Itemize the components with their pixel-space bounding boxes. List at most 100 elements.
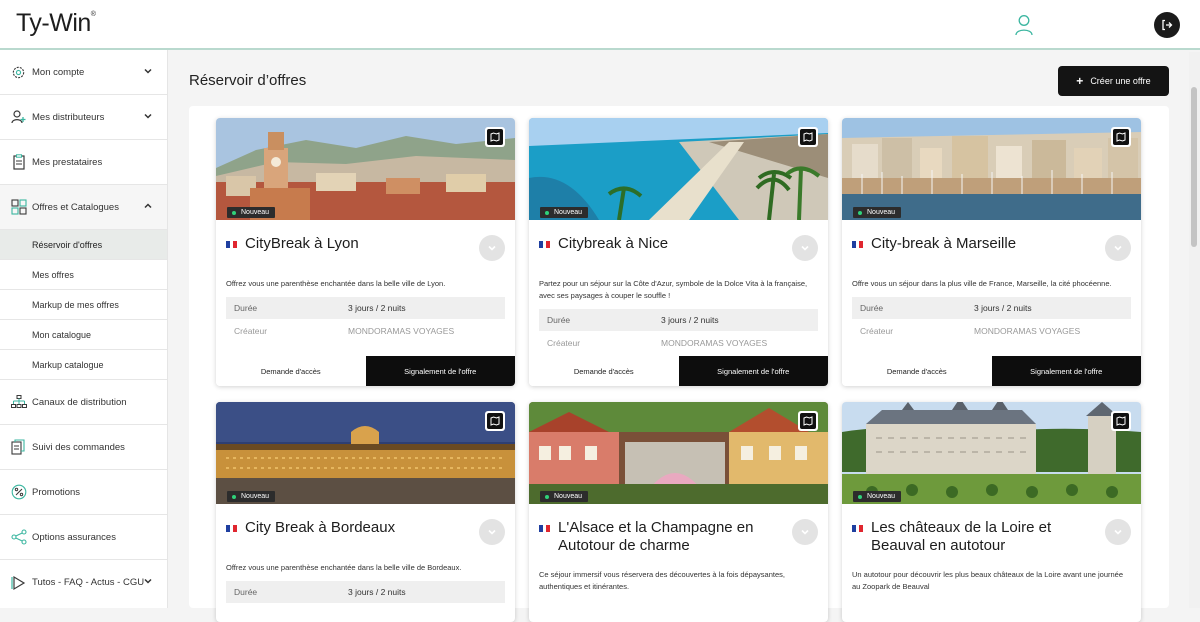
chevron-down-icon[interactable] (143, 576, 153, 586)
documents-icon (10, 439, 27, 456)
offer-image-nice: Nouveau (529, 118, 828, 220)
plus-icon: + (1076, 74, 1084, 88)
report-offer-button[interactable]: Signalement de l'offre (365, 356, 515, 386)
sidebar-subitem-reservoir-offres[interactable]: Réservoir d'offres (0, 230, 167, 260)
chevron-down-icon (488, 529, 496, 535)
access-request-button[interactable]: Demande d'accès (216, 356, 366, 386)
chevron-down-icon[interactable] (143, 66, 153, 76)
status-badge: Nouveau (227, 491, 276, 502)
map-icon (803, 416, 813, 426)
status-badge: Nouveau (853, 491, 902, 502)
access-request-button[interactable]: Demande d'accès (529, 356, 679, 386)
offer-description: Partez pour un séjour sur la Côte d'Azur… (539, 279, 808, 300)
status-badge: Nouveau (227, 207, 276, 218)
info-row-creator: Créateur MONDORAMAS VOYAGES (860, 326, 1081, 336)
offer-image-lyon: Nouveau (216, 118, 515, 220)
map-icon (803, 132, 813, 142)
sidebar-subitem-mes-offres[interactable]: Mes offres (0, 260, 167, 290)
map-button[interactable] (1111, 411, 1131, 431)
offer-title[interactable]: Citybreak à Nice (539, 235, 780, 253)
logout-button[interactable] (1154, 12, 1180, 38)
scrollbar[interactable] (1189, 52, 1200, 608)
expand-button[interactable] (792, 519, 818, 545)
map-button[interactable] (485, 127, 505, 147)
map-button[interactable] (798, 127, 818, 147)
sidebar-item-suivi-commandes[interactable]: Suivi des commandes (0, 425, 167, 470)
chevron-down-icon (801, 245, 809, 251)
logo[interactable]: Ty-Win® (16, 9, 96, 38)
sidebar-item-mon-compte[interactable]: Mon compte (0, 50, 167, 95)
sidebar-item-mes-distributeurs[interactable]: Mes distributeurs (0, 95, 167, 140)
status-badge: Nouveau (540, 207, 589, 218)
offer-image-loire: Nouveau (842, 402, 1141, 504)
sidebar-item-promotions[interactable]: Promotions (0, 470, 167, 515)
sidebar-subitem-markup-offres[interactable]: Markup de mes offres (0, 290, 167, 320)
sidebar-item-canaux-distribution[interactable]: Canaux de distribution (0, 380, 167, 425)
france-flag-icon (539, 241, 551, 248)
offer-image-alsace: Nouveau (529, 402, 828, 504)
offers-panel: Nouveau CityBreak à Lyon Offrez vous une… (189, 106, 1169, 622)
sidebar-item-label: Offres et Catalogues (32, 201, 119, 213)
sidebar-item-offres-catalogues[interactable]: Offres et Catalogues (0, 185, 167, 230)
top-bar: Ty-Win® (0, 0, 1200, 50)
offer-description: Un autotour pour découvrir les plus beau… (852, 570, 1124, 591)
offer-card[interactable]: Nouveau Citybreak à Nice Partez pour un … (529, 118, 828, 386)
france-flag-icon (852, 241, 864, 248)
map-button[interactable] (798, 411, 818, 431)
report-offer-button[interactable]: Signalement de l'offre (991, 356, 1141, 386)
offer-card[interactable]: Nouveau City Break à Bordeaux Offrez vou… (216, 402, 515, 622)
sidebar-subitem-mon-catalogue[interactable]: Mon catalogue (0, 320, 167, 350)
offer-image-bordeaux: Nouveau (216, 402, 515, 504)
user-icon[interactable] (1014, 14, 1034, 36)
offer-title[interactable]: L'Alsace et la Champagne en Autotour de … (539, 519, 780, 555)
map-icon (490, 132, 500, 142)
report-offer-button[interactable]: Signalement de l'offre (678, 356, 828, 386)
status-badge: Nouveau (540, 491, 589, 502)
map-button[interactable] (1111, 127, 1131, 147)
map-button[interactable] (485, 411, 505, 431)
status-badge: Nouveau (853, 207, 902, 218)
sidebar-item-mes-prestataires[interactable]: Mes prestataires (0, 140, 167, 185)
dot-icon (232, 494, 236, 499)
sidebar-item-label: Options assurances (32, 531, 116, 543)
chevron-down-icon[interactable] (143, 111, 153, 121)
info-row-duration: Durée 3 jours / 2 nuits (852, 297, 1131, 319)
expand-button[interactable] (479, 519, 505, 545)
france-flag-icon (226, 525, 238, 532)
create-offer-button[interactable]: + Créer une offre (1058, 66, 1169, 96)
expand-button[interactable] (792, 235, 818, 261)
sidebar-item-tutos[interactable]: Tutos - FAQ - Actus - CGU (0, 560, 167, 605)
offer-card[interactable]: Nouveau CityBreak à Lyon Offrez vous une… (216, 118, 515, 386)
sidebar-subitem-markup-catalogue[interactable]: Markup catalogue (0, 350, 167, 380)
access-request-button[interactable]: Demande d'accès (842, 356, 992, 386)
user-plus-icon (10, 109, 27, 126)
main-content: Réservoir d’offres + Créer une offre Nouv… (169, 52, 1188, 622)
expand-button[interactable] (1105, 235, 1131, 261)
page-title: Réservoir d’offres (189, 72, 307, 89)
sidebar-item-label: Mes distributeurs (32, 111, 105, 123)
offer-title[interactable]: Les châteaux de la Loire et Beauval en a… (852, 519, 1093, 555)
logout-icon (1162, 19, 1173, 31)
dot-icon (858, 494, 862, 499)
info-row-duration: Durée 3 jours / 2 nuits (226, 581, 505, 603)
expand-button[interactable] (1105, 519, 1131, 545)
dot-icon (545, 210, 549, 215)
chevron-up-icon[interactable] (143, 201, 153, 211)
offer-title[interactable]: CityBreak à Lyon (226, 235, 467, 253)
chevron-down-icon (1114, 245, 1122, 251)
scrollbar-thumb[interactable] (1191, 87, 1197, 247)
offer-card[interactable]: Nouveau Les châteaux de la Loire et Beau… (842, 402, 1141, 622)
france-flag-icon (852, 525, 864, 532)
expand-button[interactable] (479, 235, 505, 261)
sidebar-item-label: Tutos - FAQ - Actus - CGU (32, 577, 145, 588)
sidebar-item-label: Suivi des commandes (32, 441, 125, 453)
offer-title[interactable]: City Break à Bordeaux (226, 519, 467, 537)
offer-title[interactable]: City-break à Marseille (852, 235, 1093, 253)
gear-icon (10, 64, 27, 81)
sidebar-item-options-assurances[interactable]: Options assurances (0, 515, 167, 560)
share-icon (10, 529, 27, 546)
offer-description: Offre vous un séjour dans la plus ville … (852, 279, 1112, 288)
offer-card[interactable]: Nouveau L'Alsace et la Champagne en Auto… (529, 402, 828, 622)
offer-card[interactable]: Nouveau City-break à Marseille Offre vou… (842, 118, 1141, 386)
clipboard-icon (10, 154, 27, 171)
